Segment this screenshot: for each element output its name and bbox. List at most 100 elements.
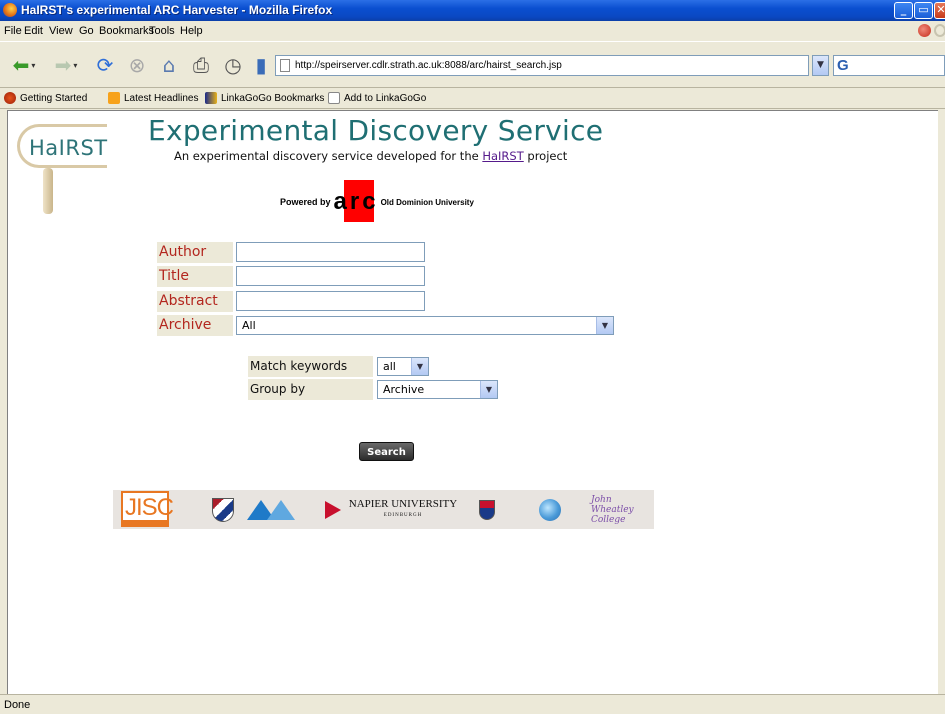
chevron-down-icon: ▾ (31, 60, 36, 70)
globe-icon (539, 498, 561, 521)
google-search-icon: G (837, 57, 849, 74)
chevron-down-icon: ▼ (817, 60, 824, 70)
strathclyde-crest-logo (475, 493, 499, 526)
author-label: Author (157, 242, 233, 263)
title-input[interactable] (236, 266, 425, 286)
match-keywords-value: all (383, 360, 396, 373)
group-by-value: Archive (383, 383, 425, 396)
jisc-logo-bar (123, 520, 167, 525)
page-subtitle: An experimental discovery service develo… (174, 149, 567, 163)
group-by-label: Group by (248, 379, 373, 400)
stop-button[interactable]: ⊗ (124, 51, 150, 79)
history-button[interactable]: ◷ (220, 51, 246, 79)
rss-icon (108, 92, 120, 104)
napier-logo: NAPIER UNIVERSITY EDINBURGH (321, 493, 461, 526)
reload-icon: ⟳ (96, 53, 114, 77)
address-bar[interactable]: http://speirserver.cdlr.strath.ac.uk:808… (275, 55, 809, 76)
chevron-down-icon[interactable]: ▼ (596, 317, 613, 334)
search-button[interactable]: Search (359, 442, 414, 461)
globe-logo (535, 493, 565, 526)
john-wheatley-logo: John Wheatley College (591, 493, 651, 526)
archive-label: Archive (157, 315, 233, 336)
bookmark-getting-started[interactable]: Getting Started (4, 92, 87, 104)
title-label: Title (157, 266, 233, 287)
url-text: http://speirserver.cdlr.strath.ac.uk:808… (295, 60, 562, 71)
bookmarks-book-icon: ▮ (255, 53, 267, 77)
activity-icon (934, 24, 945, 37)
window-right-edge (938, 110, 945, 694)
bookmarks-sidebar-button[interactable]: ▮ (250, 51, 272, 79)
group-by-select[interactable]: Archive ▼ (377, 380, 498, 399)
page-content: HaIRST Experimental Discovery Service An… (7, 110, 945, 694)
bookmark-label: Add to LinkaGoGo (344, 92, 427, 104)
menu-tools[interactable]: Tools (149, 25, 175, 37)
search-bar[interactable]: G (833, 55, 945, 76)
print-button[interactable]: ⎙ (188, 51, 214, 79)
bookmark-label: Latest Headlines (124, 92, 199, 104)
university-crest-logo (208, 493, 238, 526)
chevron-down-icon[interactable]: ▼ (411, 358, 428, 375)
jisc-logo: JISC (121, 491, 174, 527)
stop-icon: ⊗ (128, 53, 146, 77)
minimize-button[interactable]: _ (894, 2, 913, 19)
author-input[interactable] (236, 242, 425, 262)
firefox-icon (4, 92, 16, 104)
abstract-input[interactable] (236, 291, 425, 311)
match-keywords-label: Match keywords (248, 356, 373, 377)
archive-select-value: All (242, 319, 256, 332)
forward-arrow-icon: ➡ (54, 53, 72, 77)
reload-button[interactable]: ⟳ (92, 51, 118, 79)
menu-go[interactable]: Go (79, 25, 94, 37)
firefox-icon (3, 3, 17, 17)
bookmark-linkagogo[interactable]: LinkaGoGo Bookmarks (205, 92, 324, 104)
powered-by-arc: Powered by arc Old Dominion University (280, 180, 474, 223)
hairst-link[interactable]: HaIRST (482, 149, 523, 163)
address-dropdown-button[interactable]: ▼ (812, 55, 829, 76)
arc-logo: arc (333, 180, 379, 222)
browser-window: HaIRST's experimental ARC Harvester - Mo… (0, 0, 945, 714)
match-keywords-select[interactable]: all ▼ (377, 357, 429, 376)
navigation-toolbar: ⬅ ▾ ➡ ▾ ⟳ ⊗ ⌂ ⎙ ◷ ▮ http://speirserver.cdl… (0, 41, 945, 88)
mountain-logo (247, 493, 295, 526)
menu-view[interactable]: View (49, 25, 73, 37)
home-button[interactable]: ⌂ (156, 51, 182, 79)
logo-text: HaIRST (29, 136, 108, 160)
arc-logo-text: arc (333, 188, 379, 215)
subtitle-prefix: An experimental discovery service develo… (174, 149, 479, 163)
page-icon (280, 59, 290, 72)
menu-bar: File Edit View Go Bookmarks Tools Help (0, 21, 945, 41)
partner-logos: JISC NAPIER UNIVERSITY EDINBURGH John Whe… (113, 490, 654, 529)
jisc-logo-text: JISC (125, 494, 174, 521)
back-arrow-icon: ⬅ (12, 53, 30, 77)
status-text: Done (4, 699, 31, 711)
abstract-label: Abstract (157, 291, 233, 312)
maximize-button[interactable]: ▭ (914, 2, 933, 19)
menu-help[interactable]: Help (180, 25, 203, 37)
home-icon: ⌂ (162, 53, 176, 77)
napier-triangle-icon (324, 500, 341, 519)
odu-label: Old Dominion University (380, 197, 474, 207)
napier-logo-subtext: EDINBURGH (383, 512, 423, 518)
clock-icon: ◷ (224, 53, 242, 77)
menu-edit[interactable]: Edit (24, 25, 43, 37)
chevron-down-icon[interactable]: ▼ (480, 381, 497, 398)
window-title: HaIRST's experimental ARC Harvester - Mo… (21, 3, 333, 17)
chevron-down-icon: ▾ (73, 60, 78, 70)
stop-throbber-icon (918, 24, 931, 37)
close-button[interactable]: ✕ (934, 2, 945, 19)
crest-icon (479, 499, 495, 520)
crook-staff (43, 168, 53, 214)
title-bar: HaIRST's experimental ARC Harvester - Mo… (0, 0, 945, 21)
archive-select[interactable]: All ▼ (236, 316, 614, 335)
bookmark-latest-headlines[interactable]: Latest Headlines (108, 92, 199, 104)
forward-button[interactable]: ➡ ▾ (48, 51, 84, 79)
menu-bookmarks[interactable]: Bookmarks (99, 25, 154, 37)
linkagogo-icon (205, 92, 217, 104)
napier-logo-text: NAPIER UNIVERSITY (348, 497, 458, 510)
bookmark-label: Getting Started (20, 92, 88, 104)
hairst-logo: HaIRST (15, 116, 115, 216)
bookmarks-toolbar: Getting Started Latest Headlines LinkaGo… (0, 88, 945, 109)
back-button[interactable]: ⬅ ▾ (6, 51, 42, 79)
menu-file[interactable]: File (4, 25, 22, 37)
bookmark-add-to-linkagogo[interactable]: Add to LinkaGoGo (328, 92, 426, 104)
